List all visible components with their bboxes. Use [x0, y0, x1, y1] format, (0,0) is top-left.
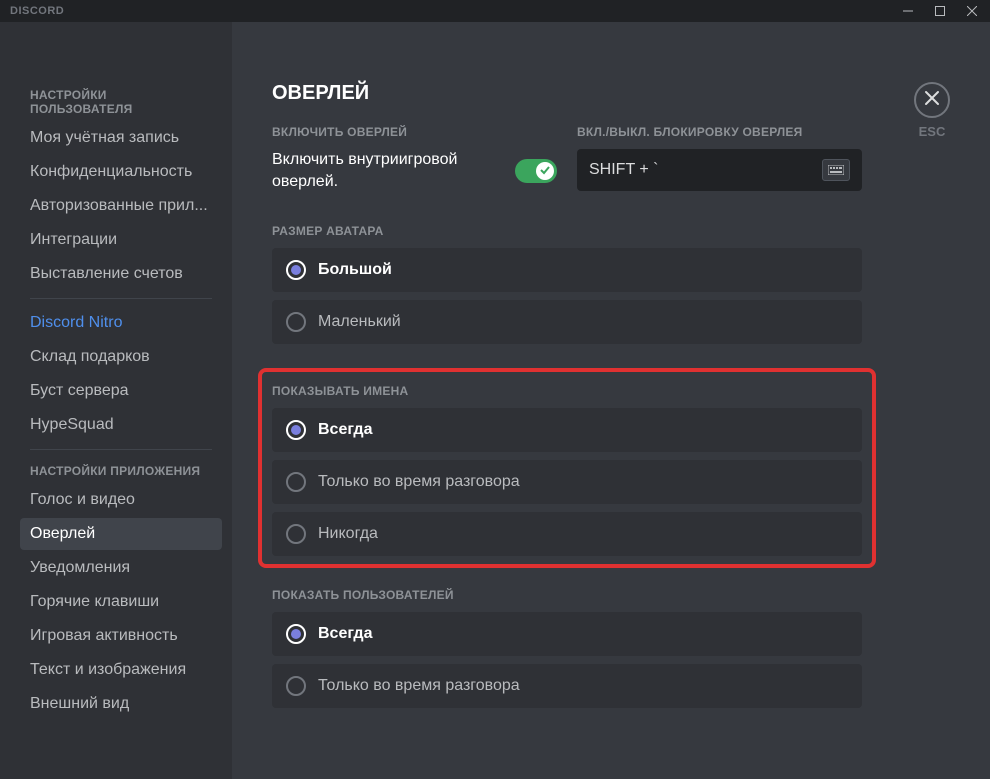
highlighted-section: ПОКАЗЫВАТЬ ИМЕНА Всегда Только во время … — [258, 368, 876, 568]
settings-content: ESC ОВЕРЛЕЙ ВКЛЮЧИТЬ ОВЕРЛЕЙ Включить вн… — [232, 22, 990, 779]
radio-label: Всегда — [318, 421, 372, 439]
sidebar-item-boost[interactable]: Буст сервера — [20, 375, 222, 407]
toggle-thumb — [536, 162, 554, 180]
show-names-label: ПОКАЗЫВАТЬ ИМЕНА — [272, 384, 862, 398]
window-close-button[interactable] — [958, 0, 986, 22]
show-users-label: ПОКАЗАТЬ ПОЛЬЗОВАТЕЛЕЙ — [272, 588, 862, 602]
sidebar-item-billing[interactable]: Выставление счетов — [20, 258, 222, 290]
enable-overlay-toggle[interactable] — [515, 159, 557, 183]
sidebar-item-keybinds[interactable]: Горячие клавиши — [20, 586, 222, 618]
radio-names-talking[interactable]: Только во время разговора — [272, 460, 862, 504]
window-controls — [894, 0, 986, 22]
radio-label: Только во время разговора — [318, 473, 520, 491]
enable-label: ВКЛЮЧИТЬ ОВЕРЛЕЙ — [272, 125, 557, 139]
sidebar-header-user: НАСТРОЙКИ ПОЛЬЗОВАТЕЛЯ — [20, 82, 222, 122]
sidebar-item-voice[interactable]: Голос и видео — [20, 484, 222, 516]
enable-text: Включить внутриигровой оверлей. — [272, 149, 505, 194]
show-names-group: Всегда Только во время разговора Никогда — [272, 408, 862, 556]
radio-label: Только во время разговора — [318, 677, 520, 695]
titlebar: DISCORD — [0, 0, 990, 22]
sidebar-item-nitro[interactable]: Discord Nitro — [20, 307, 222, 339]
radio-avatar-big[interactable]: Большой — [272, 248, 862, 292]
sidebar-item-hypesquad[interactable]: HypeSquad — [20, 409, 222, 441]
enable-row: ВКЛЮЧИТЬ ОВЕРЛЕЙ Включить внутриигровой … — [272, 125, 862, 194]
close-settings-button[interactable] — [914, 82, 950, 118]
radio-icon — [286, 260, 306, 280]
check-icon — [540, 162, 550, 180]
radio-avatar-small[interactable]: Маленький — [272, 300, 862, 344]
page-title: ОВЕРЛЕЙ — [272, 82, 862, 105]
radio-icon — [286, 524, 306, 544]
radio-icon — [286, 676, 306, 696]
sidebar-item-textimages[interactable]: Текст и изображения — [20, 654, 222, 686]
radio-icon — [286, 312, 306, 332]
sidebar-item-privacy[interactable]: Конфиденциальность — [20, 156, 222, 188]
avatar-size-group: Большой Маленький — [272, 248, 862, 344]
overlay-lock-keybind[interactable]: SHIFT + ` — [577, 149, 862, 191]
radio-icon — [286, 624, 306, 644]
lock-label: ВКЛ./ВЫКЛ. БЛОКИРОВКУ ОВЕРЛЕЯ — [577, 125, 862, 139]
sidebar-header-app: НАСТРОЙКИ ПРИЛОЖЕНИЯ — [20, 458, 222, 484]
radio-label: Никогда — [318, 525, 378, 543]
settings-sidebar: НАСТРОЙКИ ПОЛЬЗОВАТЕЛЯ Моя учётная запис… — [0, 22, 232, 779]
sidebar-item-appearance[interactable]: Внешний вид — [20, 688, 222, 720]
sidebar-item-authorized[interactable]: Авторизованные прил... — [20, 190, 222, 222]
radio-users-talking[interactable]: Только во время разговора — [272, 664, 862, 708]
esc-label: ESC — [919, 124, 946, 139]
radio-label: Большой — [318, 261, 392, 279]
show-users-group: Всегда Только во время разговора — [272, 612, 862, 708]
sidebar-item-integrations[interactable]: Интеграции — [20, 224, 222, 256]
radio-icon — [286, 472, 306, 492]
sidebar-item-gameactivity[interactable]: Игровая активность — [20, 620, 222, 652]
keybind-value: SHIFT + ` — [589, 161, 659, 179]
close-panel: ESC — [914, 82, 950, 139]
window-maximize-button[interactable] — [926, 0, 954, 22]
app-name: DISCORD — [10, 5, 64, 17]
radio-users-always[interactable]: Всегда — [272, 612, 862, 656]
radio-label: Маленький — [318, 313, 401, 331]
settings-layer: НАСТРОЙКИ ПОЛЬЗОВАТЕЛЯ Моя учётная запис… — [0, 22, 990, 779]
sidebar-item-giftinv[interactable]: Склад подарков — [20, 341, 222, 373]
radio-names-always[interactable]: Всегда — [272, 408, 862, 452]
radio-icon — [286, 420, 306, 440]
sidebar-separator — [30, 449, 212, 450]
window-minimize-button[interactable] — [894, 0, 922, 22]
sidebar-item-account[interactable]: Моя учётная запись — [20, 122, 222, 154]
sidebar-separator — [30, 298, 212, 299]
close-icon — [924, 90, 940, 111]
radio-label: Всегда — [318, 625, 372, 643]
sidebar-item-overlay[interactable]: Оверлей — [20, 518, 222, 550]
sidebar-item-notifications[interactable]: Уведомления — [20, 552, 222, 584]
avatar-size-label: РАЗМЕР АВАТАРА — [272, 224, 862, 238]
radio-names-never[interactable]: Никогда — [272, 512, 862, 556]
keyboard-icon — [822, 159, 850, 181]
